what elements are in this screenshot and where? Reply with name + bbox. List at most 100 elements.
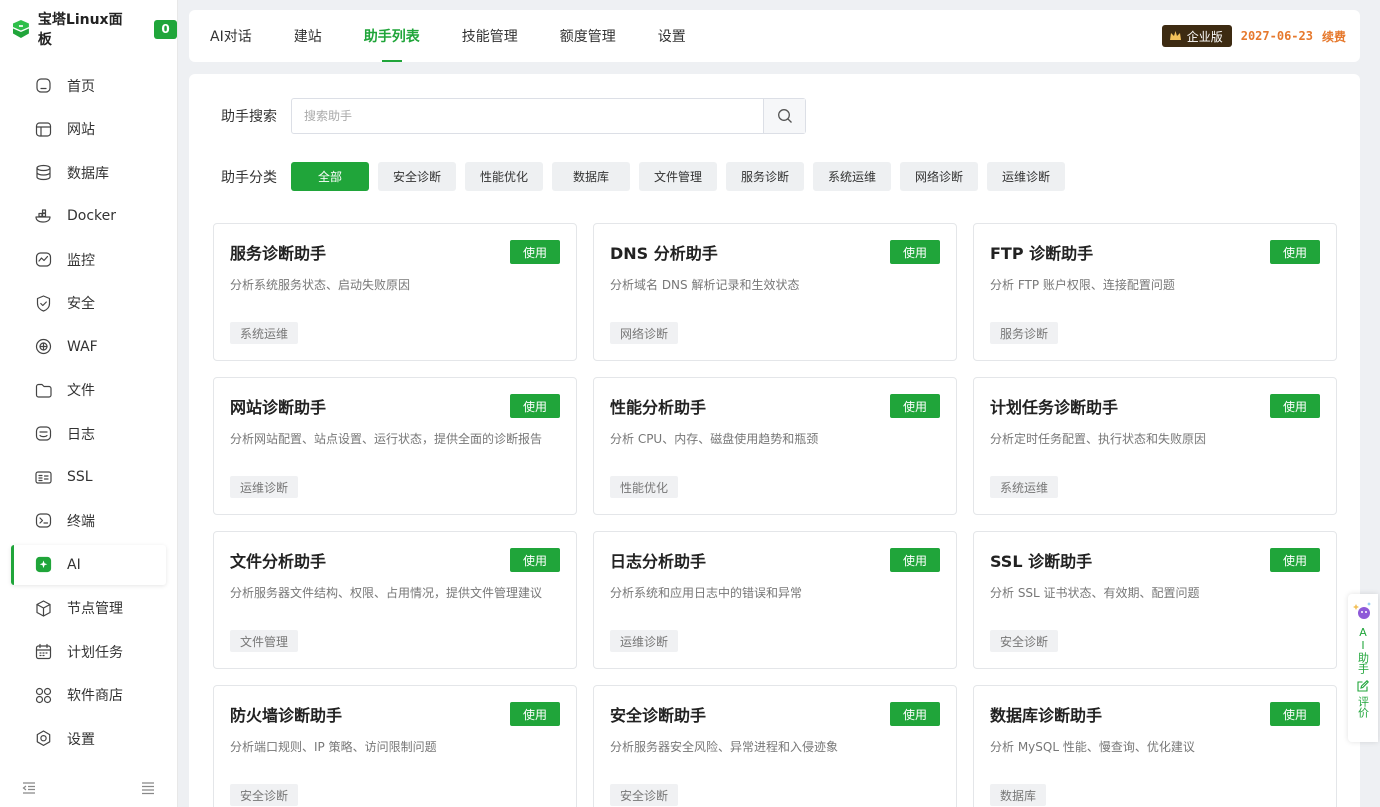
use-button[interactable]: 使用 xyxy=(510,548,560,572)
category-filter-button[interactable]: 文件管理 xyxy=(639,162,717,191)
assistant-list-panel: 助手搜索 助手分类 全部安全诊断性能优化数据库文件管理服务诊断系统运维网络诊断运… xyxy=(189,74,1360,807)
category-filter-button[interactable]: 运维诊断 xyxy=(987,162,1065,191)
review-label[interactable]: 评价 xyxy=(1357,696,1370,718)
category-filter-button[interactable]: 安全诊断 xyxy=(378,162,456,191)
assistant-card: 服务诊断助手 使用 分析系统服务状态、启动失败原因 系统运维 xyxy=(213,223,577,361)
search-button[interactable] xyxy=(763,99,805,133)
card-title: 安全诊断助手 xyxy=(610,706,707,725)
edit-review-icon[interactable] xyxy=(1357,680,1369,692)
tab-5[interactable]: 设置 xyxy=(637,10,707,62)
assistant-card: FTP 诊断助手 使用 分析 FTP 账户权限、连接配置问题 服务诊断 xyxy=(973,223,1337,361)
tab-4[interactable]: 额度管理 xyxy=(539,10,637,62)
card-category-tag: 安全诊断 xyxy=(610,784,679,806)
card-header: 服务诊断助手 使用 xyxy=(230,240,560,264)
sidebar-item-docker[interactable]: Docker xyxy=(0,195,177,239)
sidebar-item-label: SSL xyxy=(67,469,93,486)
tab-2[interactable]: 助手列表 xyxy=(343,10,441,62)
search-input[interactable] xyxy=(292,99,763,133)
menu-list-icon[interactable] xyxy=(141,781,155,795)
assistant-card: 网站诊断助手 使用 分析网站配置、站点设置、运行状态，提供全面的诊断报告 运维诊断 xyxy=(213,377,577,515)
docker-icon xyxy=(34,207,53,226)
sidebar-item-folder[interactable]: 文件 xyxy=(0,369,177,413)
enterprise-badge[interactable]: 企业版 xyxy=(1161,25,1232,47)
calendar-icon xyxy=(34,642,53,661)
tab-0[interactable]: AI对话 xyxy=(189,10,273,62)
card-description: 分析 CPU、内存、磁盘使用趋势和瓶颈 xyxy=(610,432,819,446)
card-header: 计划任务诊断助手 使用 xyxy=(990,394,1320,418)
sidebar-item-home[interactable]: 首页 xyxy=(0,64,177,108)
sidebar-item-database[interactable]: 数据库 xyxy=(0,151,177,195)
assistant-card: 数据库诊断助手 使用 分析 MySQL 性能、慢查询、优化建议 数据库 xyxy=(973,685,1337,807)
tab-1[interactable]: 建站 xyxy=(273,10,343,62)
brand[interactable]: 宝塔Linux面板 0 xyxy=(0,0,177,58)
ai-assistant-label[interactable]: AI助手 xyxy=(1357,626,1370,674)
ssl-icon xyxy=(34,468,53,487)
tab-3[interactable]: 技能管理 xyxy=(441,10,539,62)
sidebar-item-label: 终端 xyxy=(67,513,95,530)
use-button[interactable]: 使用 xyxy=(890,394,940,418)
sidebar-item-ssl[interactable]: SSL xyxy=(0,456,177,500)
card-title: 数据库诊断助手 xyxy=(990,706,1103,725)
bt-logo-icon xyxy=(12,20,29,38)
use-button[interactable]: 使用 xyxy=(1270,394,1320,418)
use-button[interactable]: 使用 xyxy=(890,702,940,726)
use-button[interactable]: 使用 xyxy=(510,240,560,264)
use-button[interactable]: 使用 xyxy=(890,548,940,572)
sidebar-item-log[interactable]: 日志 xyxy=(0,412,177,456)
category-filter-button[interactable]: 全部 xyxy=(291,162,369,191)
sidebar-item-label: 软件商店 xyxy=(67,688,123,705)
category-filters: 全部 安全诊断 性能优化 数据库 文件管理 服务诊断 系统运维 网络诊断 运维诊断 xyxy=(291,162,1065,191)
top-tab-bar: AI对话 建站 助手列表 技能管理 额度管理 设置 企业版 2027-06-23 续费 xyxy=(189,10,1360,62)
card-header: 数据库诊断助手 使用 xyxy=(990,702,1320,726)
card-title: 性能分析助手 xyxy=(610,398,707,417)
sidebar-item-label: 节点管理 xyxy=(67,601,123,618)
card-header: 文件分析助手 使用 xyxy=(230,548,560,572)
use-button[interactable]: 使用 xyxy=(510,394,560,418)
category-filter-button[interactable]: 服务诊断 xyxy=(726,162,804,191)
renew-link[interactable]: 续费 xyxy=(1322,28,1346,45)
use-button[interactable]: 使用 xyxy=(1270,548,1320,572)
category-filter-button[interactable]: 网络诊断 xyxy=(900,162,978,191)
license-info: 企业版 2027-06-23 续费 xyxy=(1161,25,1346,47)
shield-icon xyxy=(34,294,53,313)
category-filter-button[interactable]: 系统运维 xyxy=(813,162,891,191)
search-label: 助手搜索 xyxy=(221,109,277,125)
card-header: FTP 诊断助手 使用 xyxy=(990,240,1320,264)
notification-badge[interactable]: 0 xyxy=(154,19,177,39)
category-filter-button[interactable]: 性能优化 xyxy=(465,162,543,191)
sidebar-item-store[interactable]: 软件商店 xyxy=(0,674,177,718)
card-description: 分析 MySQL 性能、慢查询、优化建议 xyxy=(990,740,1195,754)
ai-float-panel: AI助手 评价 xyxy=(1348,594,1378,742)
sidebar-item-terminal[interactable]: 终端 xyxy=(0,499,177,543)
monitor-icon xyxy=(34,250,53,269)
sidebar-item-settings[interactable]: 设置 xyxy=(0,717,177,761)
waf-icon xyxy=(34,337,53,356)
sidebar-item-node[interactable]: 节点管理 xyxy=(0,587,177,631)
sidebar-item-waf[interactable]: WAF xyxy=(0,325,177,369)
use-button[interactable]: 使用 xyxy=(890,240,940,264)
use-button[interactable]: 使用 xyxy=(1270,702,1320,726)
assistant-card: 性能分析助手 使用 分析 CPU、内存、磁盘使用趋势和瓶颈 性能优化 xyxy=(593,377,957,515)
use-button[interactable]: 使用 xyxy=(1270,240,1320,264)
card-title: 网站诊断助手 xyxy=(230,398,327,417)
ai-assistant-icon[interactable] xyxy=(1352,600,1374,622)
database-icon xyxy=(34,163,53,182)
search-row: 助手搜索 xyxy=(221,98,806,134)
sidebar-item-monitor[interactable]: 监控 xyxy=(0,238,177,282)
sidebar-item-label: 设置 xyxy=(67,731,95,748)
category-filter-button[interactable]: 数据库 xyxy=(552,162,630,191)
sidebar-item-label: 日志 xyxy=(67,426,95,443)
use-button[interactable]: 使用 xyxy=(510,702,560,726)
card-title: SSL 诊断助手 xyxy=(990,552,1093,571)
sidebar-item-label: 文件 xyxy=(67,383,95,400)
tab-list: AI对话 建站 助手列表 技能管理 额度管理 设置 xyxy=(189,10,707,62)
sidebar-item-ai[interactable]: AI xyxy=(11,544,166,585)
sidebar-item-website[interactable]: 网站 xyxy=(0,108,177,152)
sidebar-item-shield[interactable]: 安全 xyxy=(0,282,177,326)
assistant-card: SSL 诊断助手 使用 分析 SSL 证书状态、有效期、配置问题 安全诊断 xyxy=(973,531,1337,669)
sidebar: 宝塔Linux面板 0 首页 网站 数据库 Docker 监控 安全 WAF 文件日志 SSL 终… xyxy=(0,0,178,807)
assistant-grid: 服务诊断助手 使用 分析系统服务状态、启动失败原因 系统运维 DNS 分析助手 使用 分析域… xyxy=(213,223,1337,807)
sidebar-item-calendar[interactable]: 计划任务 xyxy=(0,630,177,674)
card-description: 分析系统服务状态、启动失败原因 xyxy=(230,278,411,292)
collapse-menu-icon[interactable] xyxy=(22,781,36,795)
